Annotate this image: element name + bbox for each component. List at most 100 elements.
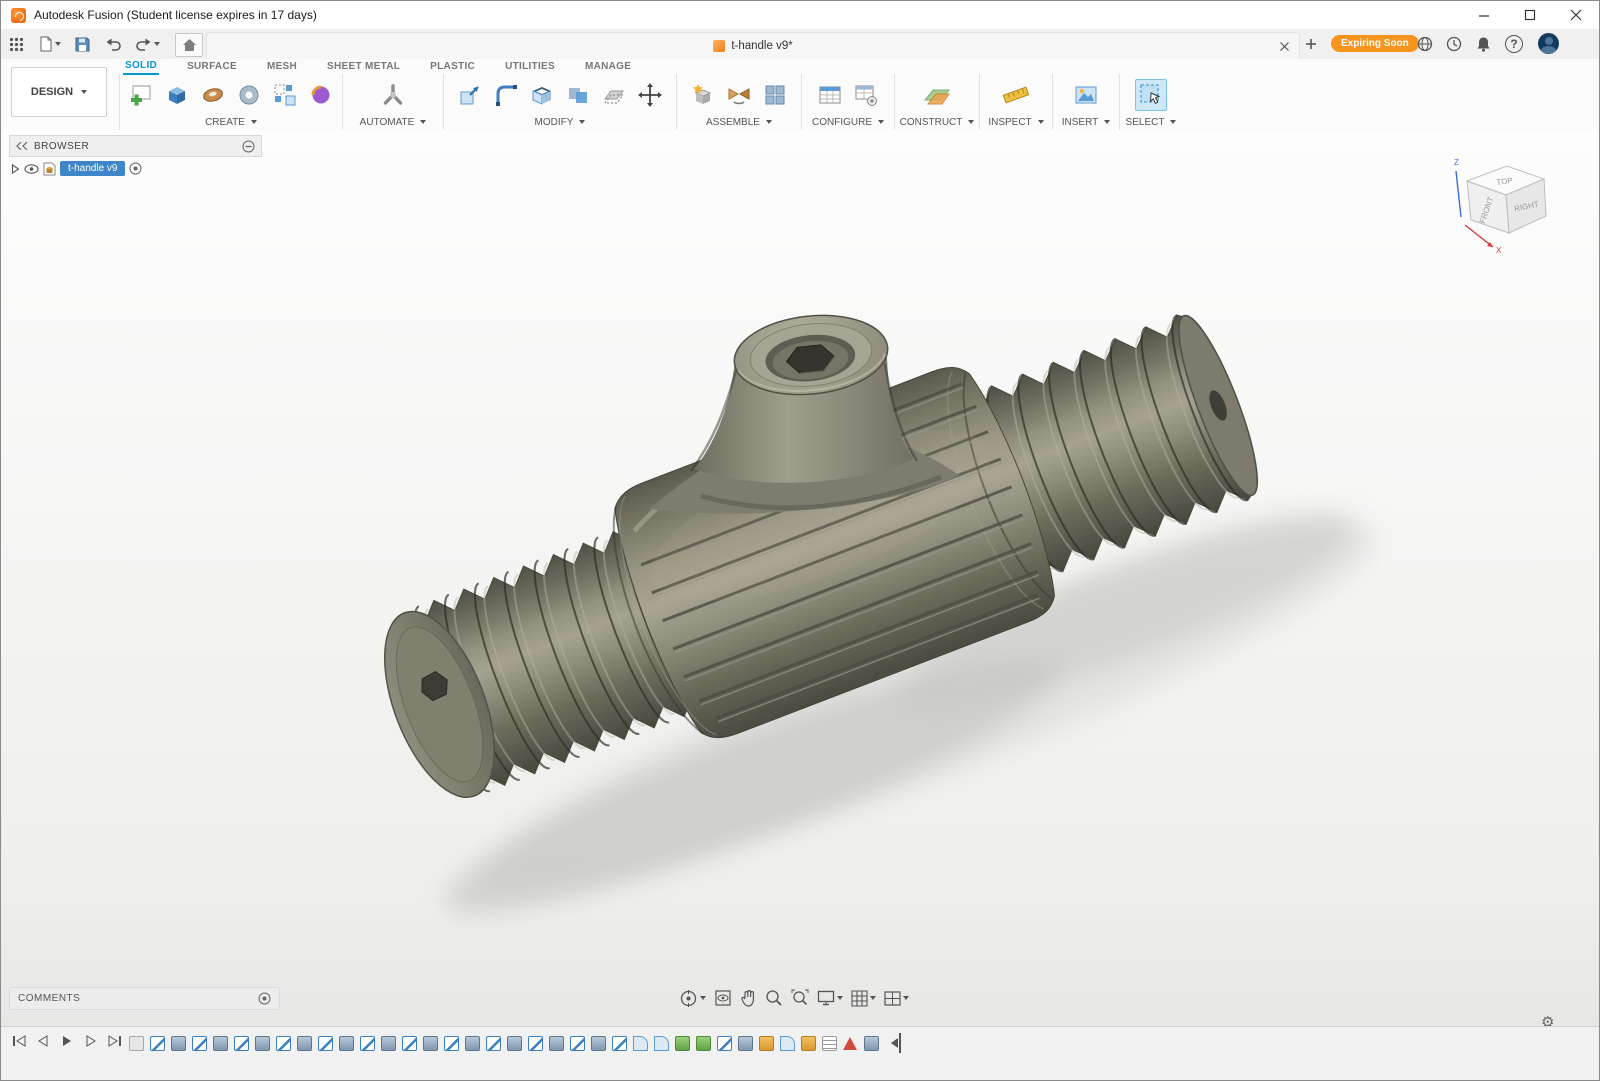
- configuration-icon[interactable]: [815, 80, 845, 110]
- automate-icon[interactable]: [378, 80, 408, 110]
- skip-to-end-icon[interactable]: [107, 1033, 123, 1049]
- t-handle-model[interactable]: [1, 131, 1600, 1026]
- viewcube[interactable]: TOP FRONT RIGHT Z X: [1449, 141, 1569, 261]
- grid-settings-icon[interactable]: [849, 988, 878, 1009]
- combine-icon[interactable]: [563, 80, 593, 110]
- tab-close-icon[interactable]: [1277, 39, 1291, 53]
- comments-bar[interactable]: COMMENTS: [9, 987, 280, 1010]
- timeline-feature-warning[interactable]: [843, 1036, 858, 1051]
- timeline-feature-thread[interactable]: [759, 1035, 774, 1051]
- tab-manage[interactable]: MANAGE: [583, 60, 633, 74]
- timeline-feature-extrude[interactable]: [339, 1035, 354, 1051]
- timeline-feature-sketch[interactable]: [486, 1035, 501, 1051]
- revolve-icon[interactable]: [198, 80, 228, 110]
- workspace-selector[interactable]: DESIGN: [11, 67, 107, 117]
- extensions-icon[interactable]: [1417, 33, 1433, 55]
- timeline-feature-extrude[interactable]: [381, 1035, 396, 1051]
- timeline-feature-sketch[interactable]: [192, 1035, 207, 1051]
- timeline-feature-extrude[interactable]: [465, 1035, 480, 1051]
- timeline-feature-sketch[interactable]: [444, 1035, 459, 1051]
- group-label-modify[interactable]: MODIFY: [535, 114, 586, 130]
- timeline-feature-fillet[interactable]: [654, 1035, 669, 1051]
- timeline-feature-extrude[interactable]: [864, 1035, 879, 1051]
- document-tab[interactable]: t-handle v9*: [206, 32, 1300, 59]
- form-icon[interactable]: [306, 80, 336, 110]
- timeline-feature-extrude[interactable]: [738, 1035, 753, 1051]
- timeline-feature-fillet[interactable]: [633, 1035, 648, 1051]
- group-label-select[interactable]: SELECT: [1126, 114, 1177, 130]
- timeline-feature-sketch[interactable]: [612, 1035, 627, 1051]
- job-status-icon[interactable]: [1446, 33, 1462, 55]
- group-label-automate[interactable]: AUTOMATE: [360, 114, 427, 130]
- play-icon[interactable]: [59, 1033, 75, 1049]
- timeline-feature-folder[interactable]: [129, 1035, 144, 1051]
- visibility-eye-icon[interactable]: [24, 163, 39, 174]
- group-label-construct[interactable]: CONSTRUCT: [900, 114, 975, 130]
- canvas-insert-icon[interactable]: [1071, 80, 1101, 110]
- step-back-icon[interactable]: [35, 1033, 51, 1049]
- model-canvas[interactable]: BROWSER t-handle v9 TOP FRONT RIGHT Z X …: [1, 131, 1600, 1031]
- tab-sheet-metal[interactable]: SHEET METAL: [325, 60, 402, 74]
- pan-icon[interactable]: [738, 987, 759, 1009]
- select-icon[interactable]: [1135, 79, 1167, 111]
- maximize-button[interactable]: [1507, 1, 1553, 29]
- timeline-feature-thread[interactable]: [801, 1035, 816, 1051]
- fillet-icon[interactable]: [491, 80, 521, 110]
- group-label-insert[interactable]: INSERT: [1062, 114, 1111, 130]
- press-pull-icon[interactable]: [455, 80, 485, 110]
- comments-marker-icon[interactable]: [258, 992, 271, 1005]
- tab-surface[interactable]: SURFACE: [185, 60, 239, 74]
- app-grid-icon[interactable]: [9, 33, 24, 55]
- group-label-assemble[interactable]: ASSEMBLE: [706, 114, 772, 130]
- new-component-icon[interactable]: [688, 80, 718, 110]
- home-view-icon[interactable]: [175, 33, 203, 57]
- help-icon[interactable]: ?: [1505, 35, 1523, 53]
- construction-plane-icon[interactable]: [922, 80, 952, 110]
- collapse-arrows-icon[interactable]: [16, 142, 28, 150]
- group-label-configure[interactable]: CONFIGURE: [812, 114, 884, 130]
- timeline-feature-appearance[interactable]: [696, 1035, 711, 1051]
- tab-utilities[interactable]: UTILITIES: [503, 60, 557, 74]
- redo-icon[interactable]: [135, 33, 160, 55]
- group-label-create[interactable]: CREATE: [205, 114, 257, 130]
- display-settings-icon[interactable]: [815, 988, 845, 1008]
- coil-icon[interactable]: [234, 80, 264, 110]
- timeline-feature-fillet[interactable]: [780, 1035, 795, 1051]
- pattern-icon[interactable]: [270, 80, 300, 110]
- collapse-panel-icon[interactable]: [242, 140, 255, 153]
- timeline-feature-extrude[interactable]: [591, 1035, 606, 1051]
- timeline-feature-sketch[interactable]: [234, 1035, 249, 1051]
- timeline-feature-sketch[interactable]: [570, 1035, 585, 1051]
- shell-icon[interactable]: [527, 80, 557, 110]
- timeline-feature-extrude[interactable]: [423, 1035, 438, 1051]
- user-avatar[interactable]: [1538, 33, 1559, 54]
- expand-arrow-icon[interactable]: [11, 163, 20, 174]
- minimize-button[interactable]: [1461, 1, 1507, 29]
- timeline-feature-sketch[interactable]: [150, 1035, 165, 1051]
- timeline-feature-extrude[interactable]: [297, 1035, 312, 1051]
- move-icon[interactable]: [635, 80, 665, 110]
- measure-icon[interactable]: [1001, 80, 1031, 110]
- configuration-table-icon[interactable]: [851, 80, 881, 110]
- timeline-feature-extrude[interactable]: [507, 1035, 522, 1051]
- timeline-feature-sketch[interactable]: [360, 1035, 375, 1051]
- browser-item-label[interactable]: t-handle v9: [60, 161, 126, 176]
- activate-radio-icon[interactable]: [129, 162, 142, 175]
- timeline-feature-sketch[interactable]: [402, 1035, 417, 1051]
- timeline-feature-sketch[interactable]: [717, 1035, 732, 1051]
- offset-face-icon[interactable]: [599, 80, 629, 110]
- license-expiring-badge[interactable]: Expiring Soon: [1331, 35, 1419, 52]
- rigid-group-icon[interactable]: [760, 80, 790, 110]
- look-at-icon[interactable]: [712, 987, 734, 1009]
- timeline-feature-extrude[interactable]: [549, 1035, 564, 1051]
- timeline-feature-extrude[interactable]: [255, 1035, 270, 1051]
- timeline-feature-extrude[interactable]: [171, 1035, 186, 1051]
- timeline-position-marker[interactable]: [889, 1033, 901, 1053]
- tab-solid[interactable]: SOLID: [123, 59, 160, 75]
- step-forward-icon[interactable]: [83, 1033, 99, 1049]
- timeline-feature-sketch[interactable]: [318, 1035, 333, 1051]
- save-icon[interactable]: [75, 33, 90, 55]
- new-tab-icon[interactable]: [1305, 33, 1317, 55]
- fit-icon[interactable]: [789, 987, 811, 1009]
- timeline-feature-appearance[interactable]: [675, 1035, 690, 1051]
